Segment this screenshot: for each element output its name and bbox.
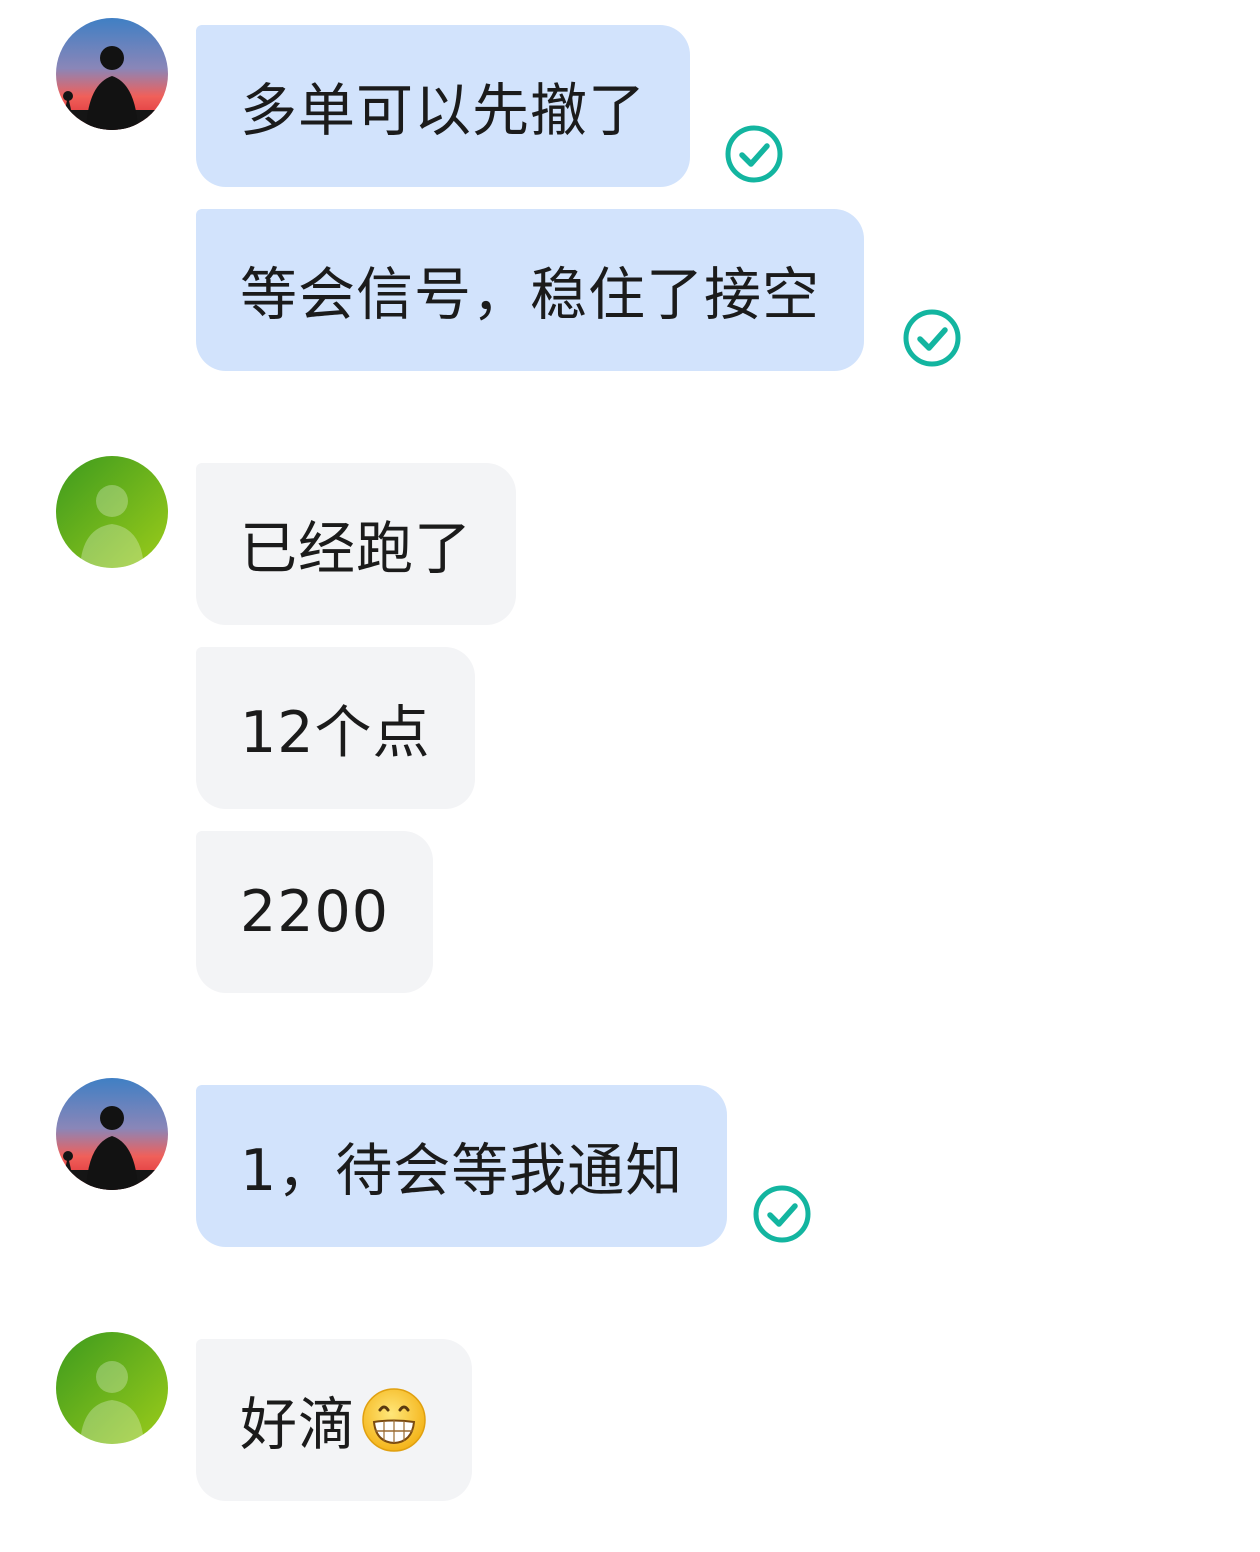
grinning-face-emoji-icon — [360, 1386, 428, 1454]
sender-avatar-peer[interactable] — [56, 456, 168, 568]
message-text: 好滴 — [240, 1392, 356, 1458]
sunset-silhouette-avatar-icon — [56, 18, 168, 130]
message-text: 多单可以先撤了 — [240, 78, 646, 144]
default-person-avatar-icon — [56, 456, 168, 568]
message-bubble-me[interactable]: 多单可以先撤了 — [196, 25, 690, 187]
message-text: 12个点 — [240, 700, 431, 766]
sender-avatar-me[interactable] — [56, 1078, 168, 1190]
read-check-icon — [902, 308, 962, 368]
message-bubble-peer[interactable]: 好滴 — [196, 1339, 472, 1501]
message-text: 等会信号，稳住了接空 — [240, 262, 820, 328]
message-bubble-me[interactable]: 1，待会等我通知 — [196, 1085, 728, 1247]
message-text: 已经跑了 — [240, 516, 472, 582]
message-text: 2200 — [240, 879, 390, 945]
read-check-icon — [724, 124, 784, 184]
message-bubble-peer[interactable]: 12个点 — [196, 647, 475, 809]
message-text: 1，待会等我通知 — [240, 1138, 684, 1204]
sender-avatar-peer[interactable] — [56, 1332, 168, 1444]
sender-avatar-me[interactable] — [56, 18, 168, 130]
message-bubble-peer[interactable]: 2200 — [196, 831, 434, 993]
message-bubble-me[interactable]: 等会信号，稳住了接空 — [196, 209, 864, 371]
message-bubble-peer[interactable]: 已经跑了 — [196, 463, 516, 625]
sunset-silhouette-avatar-icon — [56, 1078, 168, 1190]
default-person-avatar-icon — [56, 1332, 168, 1444]
read-check-icon — [752, 1184, 812, 1244]
